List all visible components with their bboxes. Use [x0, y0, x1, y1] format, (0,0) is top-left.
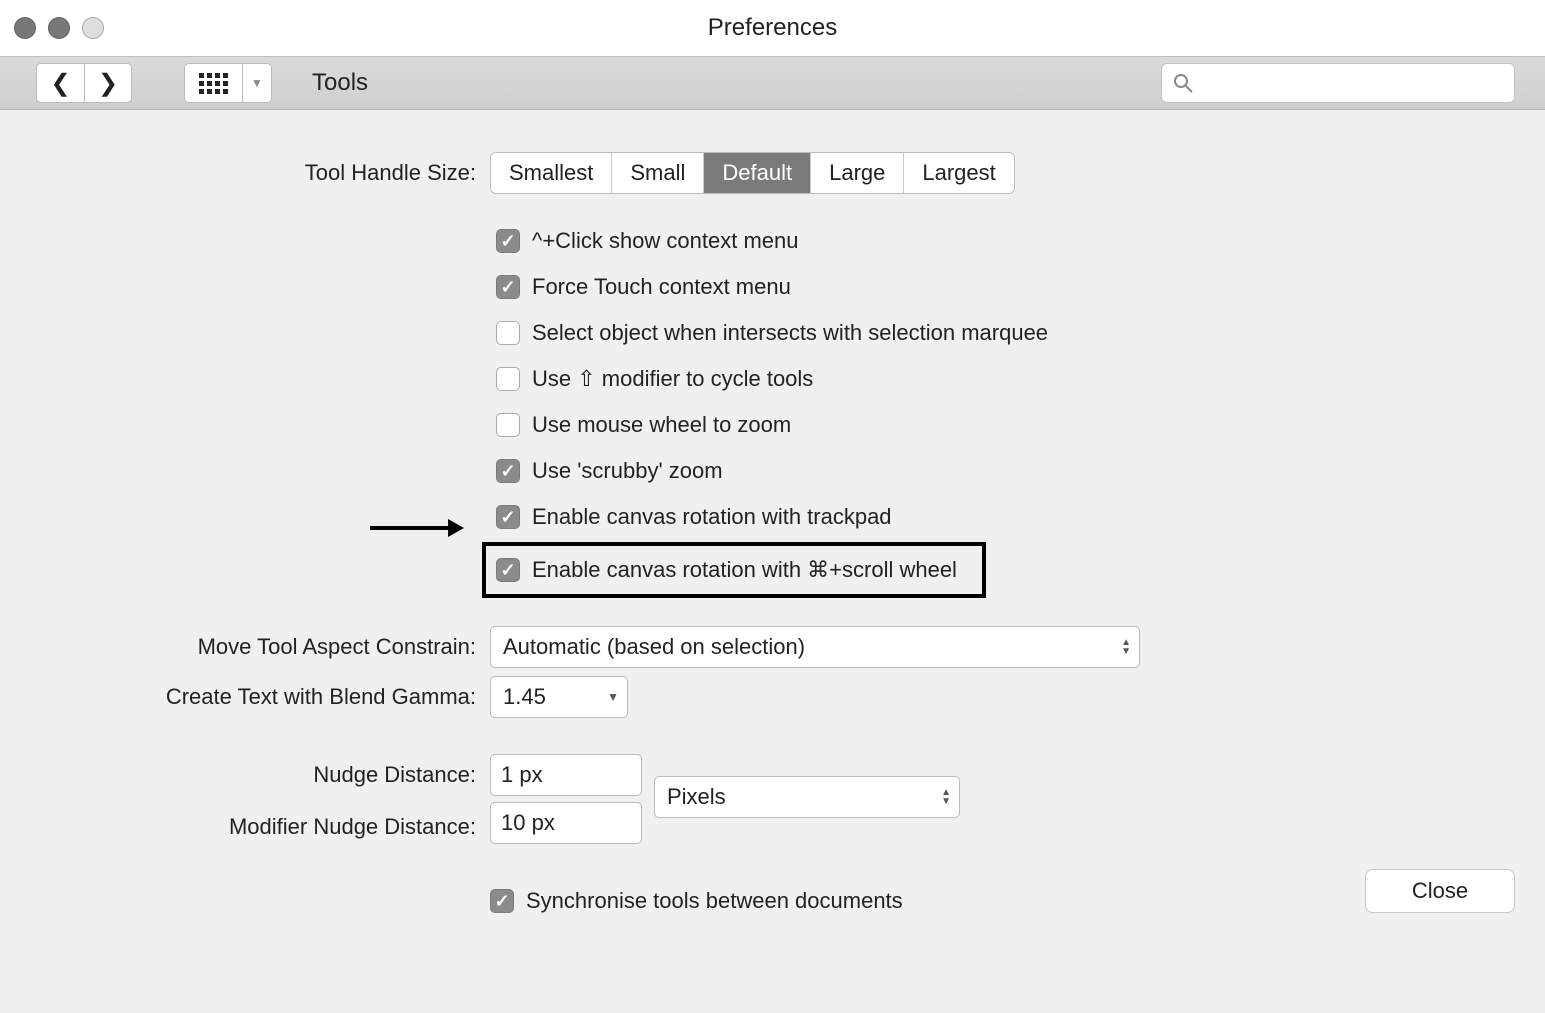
checkbox-icon — [496, 321, 520, 345]
checkbox-canvas-rot-scroll[interactable]: Enable canvas rotation with ⌘+scroll whe… — [496, 553, 957, 587]
window-title: Preferences — [0, 14, 1545, 42]
minimize-window-icon[interactable] — [48, 17, 70, 39]
title-bar: Preferences — [0, 0, 1545, 56]
search-input[interactable] — [1161, 63, 1515, 103]
section-title: Tools — [312, 69, 368, 97]
checkbox-icon — [496, 558, 520, 582]
checkbox-group: ^+Click show context menu Force Touch co… — [496, 224, 1545, 594]
seg-small[interactable]: Small — [612, 153, 704, 193]
search-icon — [1173, 73, 1193, 99]
checkbox-icon — [490, 889, 514, 913]
checkbox-label: Select object when intersects with selec… — [532, 320, 1048, 346]
sync-tools-row: Synchronise tools between documents — [0, 884, 1545, 918]
seg-default[interactable]: Default — [704, 153, 811, 193]
chevron-down-icon: ▼ — [607, 693, 619, 701]
checkbox-label: Use ⇧ modifier to cycle tools — [532, 366, 813, 392]
back-button[interactable]: ❮ — [36, 63, 84, 103]
tool-handle-size-row: Tool Handle Size: Smallest Small Default… — [0, 152, 1545, 194]
close-button[interactable]: Close — [1365, 869, 1515, 913]
blend-gamma-label: Create Text with Blend Gamma: — [0, 684, 490, 710]
tool-handle-size-segmented[interactable]: Smallest Small Default Large Largest — [490, 152, 1015, 194]
chevron-down-icon: ▼ — [251, 76, 263, 90]
checkbox-icon — [496, 459, 520, 483]
checkbox-label: Synchronise tools between documents — [526, 888, 903, 914]
mod-nudge-label: Modifier Nudge Distance: — [229, 806, 490, 848]
toolbar: ❮ ❯ ▼ Tools — [0, 56, 1545, 110]
annotation-arrow — [370, 519, 464, 537]
checkbox-wheel-zoom[interactable]: Use mouse wheel to zoom — [496, 408, 1545, 442]
grid-icon — [199, 73, 228, 94]
nudge-row: Nudge Distance: Modifier Nudge Distance:… — [0, 754, 1545, 848]
checkbox-canvas-rot-trackpad[interactable]: Enable canvas rotation with trackpad — [496, 500, 1545, 534]
checkbox-ctrl-click-context[interactable]: ^+Click show context menu — [496, 224, 1545, 258]
checkbox-icon — [496, 367, 520, 391]
dropdown-value: 1.45 — [503, 684, 546, 710]
nudge-units-dropdown[interactable]: Pixels ▲▼ — [654, 776, 960, 818]
tool-handle-size-label: Tool Handle Size: — [0, 160, 490, 186]
close-window-icon[interactable] — [14, 17, 36, 39]
checkbox-icon — [496, 275, 520, 299]
content-area: Tool Handle Size: Smallest Small Default… — [0, 110, 1545, 918]
dropdown-value: Automatic (based on selection) — [503, 634, 805, 660]
stepper-arrows-icon: ▲▼ — [941, 789, 951, 806]
seg-large[interactable]: Large — [811, 153, 904, 193]
window-controls — [0, 17, 104, 39]
maximize-window-icon[interactable] — [82, 17, 104, 39]
view-mode-group: ▼ — [184, 63, 272, 103]
input-value: 10 px — [501, 810, 555, 836]
view-mode-dropdown[interactable]: ▼ — [242, 63, 272, 103]
highlighted-option: Enable canvas rotation with ⌘+scroll whe… — [482, 542, 986, 598]
checkbox-label: Use 'scrubby' zoom — [532, 458, 723, 484]
search-field-wrap — [1161, 63, 1515, 103]
mod-nudge-distance-input[interactable]: 10 px — [490, 802, 642, 844]
move-aspect-label: Move Tool Aspect Constrain: — [0, 634, 490, 660]
blend-gamma-row: Create Text with Blend Gamma: 1.45 ▼ — [0, 676, 1545, 718]
move-aspect-dropdown[interactable]: Automatic (based on selection) ▲▼ — [490, 626, 1140, 668]
checkbox-sync-tools[interactable]: Synchronise tools between documents — [490, 884, 903, 918]
checkbox-label: Enable canvas rotation with trackpad — [532, 504, 892, 530]
checkbox-label: ^+Click show context menu — [532, 228, 799, 254]
chevron-left-icon: ❮ — [50, 69, 70, 98]
checkbox-icon — [496, 229, 520, 253]
checkbox-icon — [496, 505, 520, 529]
seg-smallest[interactable]: Smallest — [491, 153, 612, 193]
nudge-distance-input[interactable]: 1 px — [490, 754, 642, 796]
button-label: Close — [1412, 878, 1468, 904]
blend-gamma-dropdown[interactable]: 1.45 ▼ — [490, 676, 628, 718]
dropdown-value: Pixels — [667, 784, 726, 810]
checkbox-shift-cycle[interactable]: Use ⇧ modifier to cycle tools — [496, 362, 1545, 396]
seg-largest[interactable]: Largest — [904, 153, 1013, 193]
checkbox-scrubby-zoom[interactable]: Use 'scrubby' zoom — [496, 454, 1545, 488]
chevron-right-icon: ❯ — [98, 69, 118, 98]
checkbox-icon — [496, 413, 520, 437]
checkbox-label: Enable canvas rotation with ⌘+scroll whe… — [532, 557, 957, 583]
checkbox-force-touch-context[interactable]: Force Touch context menu — [496, 270, 1545, 304]
nudge-label: Nudge Distance: — [313, 754, 490, 796]
stepper-arrows-icon: ▲▼ — [1121, 639, 1131, 656]
checkbox-label: Use mouse wheel to zoom — [532, 412, 791, 438]
grid-view-button[interactable] — [184, 63, 242, 103]
checkbox-label: Force Touch context menu — [532, 274, 791, 300]
input-value: 1 px — [501, 762, 543, 788]
forward-button[interactable]: ❯ — [84, 63, 132, 103]
checkbox-select-intersect[interactable]: Select object when intersects with selec… — [496, 316, 1545, 350]
nav-group: ❮ ❯ — [36, 63, 132, 103]
move-aspect-row: Move Tool Aspect Constrain: Automatic (b… — [0, 626, 1545, 668]
